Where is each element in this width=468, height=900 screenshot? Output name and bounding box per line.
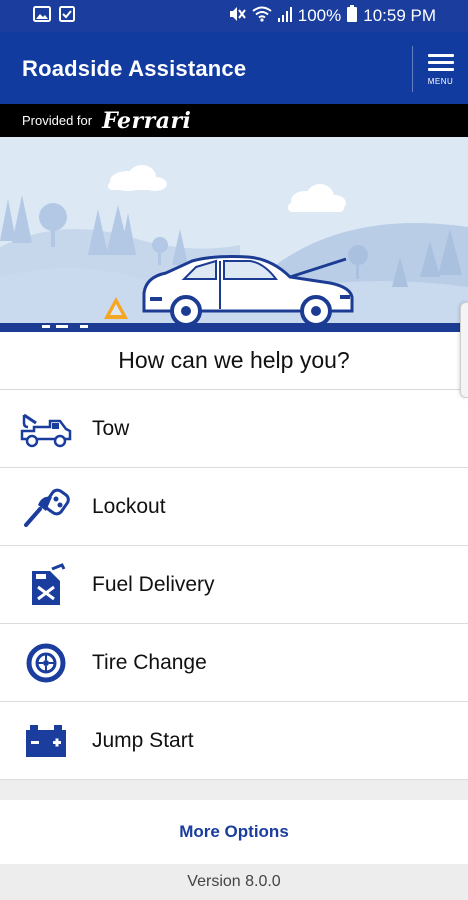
help-heading: How can we help you? — [0, 332, 468, 390]
brand-logo: Ferrari — [102, 107, 192, 134]
service-label: Tow — [92, 416, 130, 440]
provided-for-text: Provided for — [22, 113, 93, 128]
service-label: Lockout — [92, 494, 166, 518]
app-bar: Roadside Assistance MENU — [0, 32, 468, 104]
menu-button[interactable]: MENU — [413, 32, 468, 104]
fuel-can-icon — [20, 562, 72, 608]
signal-icon — [277, 6, 292, 27]
status-bar: 100% 10:59 PM — [0, 0, 468, 32]
clock: 10:59 PM — [363, 6, 436, 25]
wifi-icon — [252, 6, 272, 27]
hero-illustration — [0, 137, 468, 332]
tow-truck-icon — [20, 406, 72, 452]
hamburger-icon — [427, 50, 454, 75]
gallery-icon — [33, 5, 51, 27]
service-label: Jump Start — [92, 728, 194, 752]
battery-icon — [20, 718, 72, 764]
battery-percent: 100% — [297, 6, 342, 25]
service-item-fuel-delivery[interactable]: Fuel Delivery — [0, 546, 468, 624]
checklist-icon — [59, 5, 75, 27]
service-label: Fuel Delivery — [92, 572, 215, 596]
car-key-icon — [20, 484, 72, 530]
edge-panel-handle[interactable] — [460, 302, 468, 398]
service-label: Tire Change — [92, 650, 207, 674]
app-title: Roadside Assistance — [22, 56, 247, 81]
cloud-icon — [108, 165, 167, 191]
service-item-lockout[interactable]: Lockout — [0, 468, 468, 546]
service-list: Tow Lockout Fuel Delivery Tire Change Ju… — [0, 390, 468, 780]
more-options-link[interactable]: More Options — [0, 800, 468, 864]
provided-for-bar: Provided for Ferrari — [0, 104, 468, 137]
service-item-tow[interactable]: Tow — [0, 390, 468, 468]
battery-status-icon — [347, 5, 358, 27]
menu-label: MENU — [427, 77, 454, 86]
divider-band — [0, 780, 468, 800]
cloud-icon — [288, 184, 346, 212]
service-item-jump-start[interactable]: Jump Start — [0, 702, 468, 780]
tire-icon — [20, 640, 72, 686]
service-item-tire-change[interactable]: Tire Change — [0, 624, 468, 702]
version-label: Version 8.0.0 — [0, 864, 468, 900]
mute-icon — [228, 6, 246, 27]
